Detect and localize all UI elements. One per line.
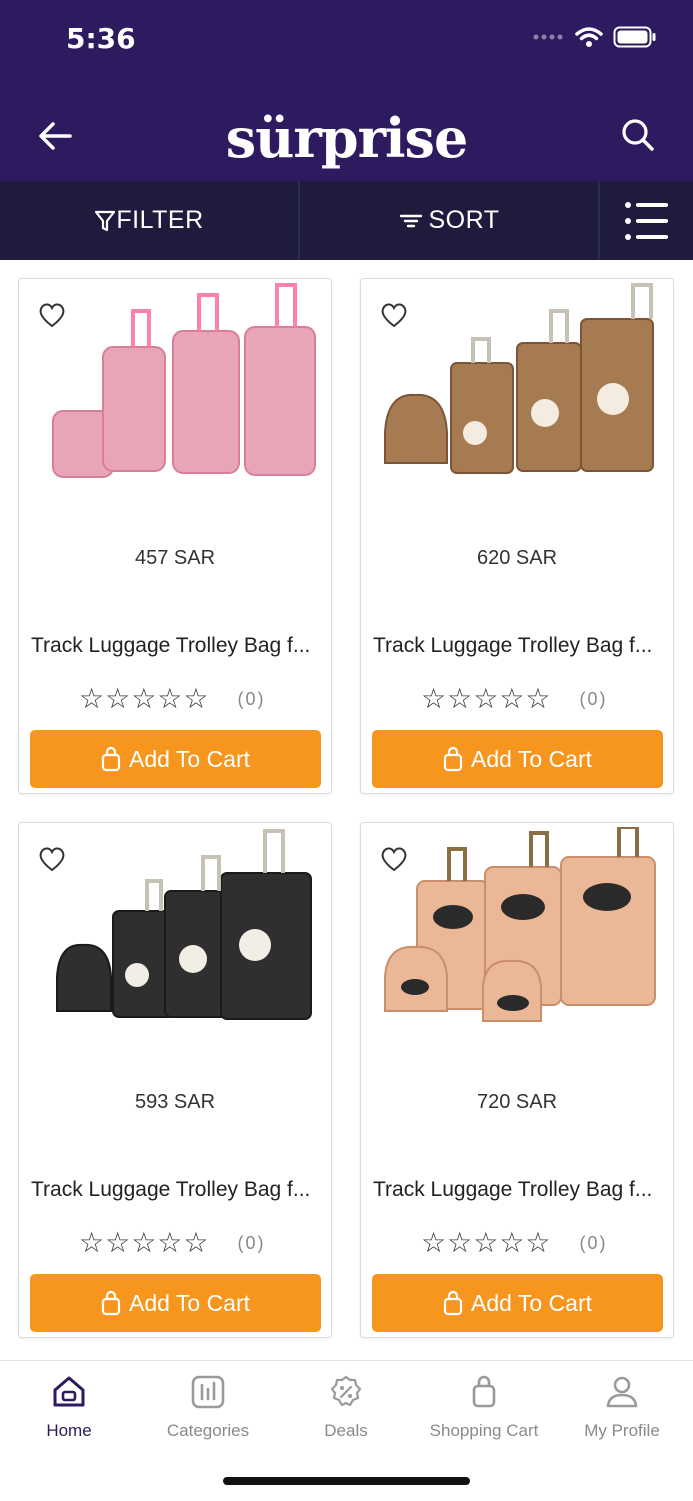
nav-shopping-cart[interactable]: Shopping Cart <box>415 1375 553 1441</box>
wishlist-heart-icon[interactable] <box>379 301 409 329</box>
nav-profile-label: My Profile <box>584 1421 660 1440</box>
list-view-button[interactable] <box>600 181 693 260</box>
add-to-cart-label: Add To Cart <box>470 1289 593 1316</box>
signal-icon <box>533 34 563 40</box>
product-price: 720 SAR <box>476 1091 558 1113</box>
product-title[interactable]: Track Luggage Trolley Bag f... <box>31 1178 323 1202</box>
product-price: 457 SAR <box>134 547 216 569</box>
filter-label: FILTER <box>116 206 204 234</box>
nav-home-label: Home <box>46 1421 92 1440</box>
shopping-bag-icon <box>101 1290 121 1316</box>
shopping-bag-icon <box>443 1290 463 1316</box>
deals-badge-icon <box>330 1375 362 1407</box>
wishlist-heart-icon[interactable] <box>37 301 67 329</box>
product-rating: ☆☆☆☆☆ (0) <box>421 685 608 713</box>
star-rating-icon: ☆☆☆☆☆ <box>79 683 210 714</box>
product-title[interactable]: Track Luggage Trolley Bag f... <box>373 634 665 658</box>
shopping-bag-icon <box>443 746 463 772</box>
brand-logo[interactable]: sürprise <box>0 106 693 170</box>
rating-count: (0) <box>579 1232 608 1253</box>
nav-categories[interactable]: Categories <box>139 1375 277 1441</box>
status-icons <box>533 26 657 48</box>
add-to-cart-button[interactable]: Add To Cart <box>372 1274 663 1332</box>
add-to-cart-button[interactable]: Add To Cart <box>30 1274 321 1332</box>
categories-icon <box>191 1375 225 1409</box>
wishlist-heart-icon[interactable] <box>37 845 67 873</box>
star-rating-icon: ☆☆☆☆☆ <box>421 1227 552 1258</box>
filter-button[interactable]: FILTER <box>0 181 298 260</box>
star-rating-icon: ☆☆☆☆☆ <box>421 683 552 714</box>
star-rating-icon: ☆☆☆☆☆ <box>79 1227 210 1258</box>
filter-sort-toolbar: FILTER SORT <box>0 181 693 260</box>
status-time: 5:36 <box>66 22 136 55</box>
product-price: 620 SAR <box>476 547 558 569</box>
add-to-cart-label: Add To Cart <box>128 745 251 772</box>
product-image[interactable] <box>375 827 661 1027</box>
wifi-icon <box>575 27 603 47</box>
shopping-bag-icon <box>472 1375 496 1408</box>
search-icon[interactable] <box>621 118 655 152</box>
product-image[interactable] <box>33 827 319 1027</box>
home-icon <box>53 1376 85 1407</box>
product-title[interactable]: Track Luggage Trolley Bag f... <box>31 634 323 658</box>
rating-count: (0) <box>579 688 608 709</box>
battery-icon <box>613 26 656 48</box>
rating-count: (0) <box>237 1232 266 1253</box>
add-to-cart-label: Add To Cart <box>470 745 593 772</box>
sort-icon <box>399 214 422 227</box>
product-image[interactable] <box>375 283 661 483</box>
nav-cart-label: Shopping Cart <box>429 1421 539 1440</box>
app-header: 5:36 sürprise <box>0 0 693 181</box>
nav-my-profile[interactable]: My Profile <box>553 1375 691 1441</box>
product-title[interactable]: Track Luggage Trolley Bag f... <box>373 1178 665 1202</box>
product-card[interactable]: 720 SAR Track Luggage Trolley Bag f... ☆… <box>360 822 674 1338</box>
shopping-bag-icon <box>101 746 121 772</box>
add-to-cart-button[interactable]: Add To Cart <box>372 730 663 788</box>
nav-deals-label: Deals <box>324 1421 368 1440</box>
product-rating: ☆☆☆☆☆ (0) <box>79 1229 266 1257</box>
home-indicator <box>223 1477 470 1485</box>
add-to-cart-label: Add To Cart <box>128 1289 251 1316</box>
add-to-cart-button[interactable]: Add To Cart <box>30 730 321 788</box>
sort-label: SORT <box>428 206 500 234</box>
wishlist-heart-icon[interactable] <box>379 845 409 873</box>
product-rating: ☆☆☆☆☆ (0) <box>421 1229 608 1257</box>
nav-deals[interactable]: Deals <box>277 1375 415 1441</box>
product-card[interactable]: 620 SAR Track Luggage Trolley Bag f... ☆… <box>360 278 674 794</box>
rating-count: (0) <box>237 688 266 709</box>
product-rating: ☆☆☆☆☆ (0) <box>79 685 266 713</box>
product-price: 593 SAR <box>134 1091 216 1113</box>
product-image[interactable] <box>33 283 319 483</box>
product-card[interactable]: 593 SAR Track Luggage Trolley Bag f... ☆… <box>18 822 332 1338</box>
sort-button[interactable]: SORT <box>300 181 598 260</box>
user-icon <box>606 1376 638 1408</box>
filter-funnel-icon <box>95 210 116 231</box>
nav-home[interactable]: Home <box>0 1375 138 1441</box>
list-view-icon <box>624 201 668 240</box>
product-card[interactable]: 457 SAR Track Luggage Trolley Bag f... ☆… <box>18 278 332 794</box>
nav-categories-label: Categories <box>166 1421 250 1440</box>
